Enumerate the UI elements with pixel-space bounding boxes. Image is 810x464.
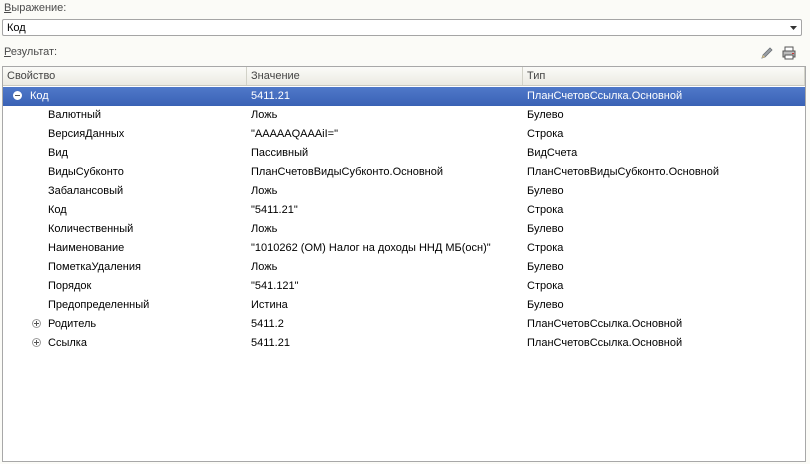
cell-property: Порядок bbox=[48, 280, 92, 292]
cell-property: Вид bbox=[48, 147, 68, 159]
cell-value: Ложь bbox=[251, 261, 278, 273]
cell-value: 5411.2 bbox=[251, 318, 284, 330]
cell-value: ПланСчетовВидыСубконто.Основной bbox=[251, 166, 444, 178]
cell-type: Булево bbox=[527, 261, 564, 273]
expand-plus-icon[interactable] bbox=[32, 319, 41, 328]
table-row[interactable]: Предопределенный Истина Булево bbox=[3, 296, 805, 315]
cell-property: Ссылка bbox=[48, 337, 87, 349]
cell-type: Булево bbox=[527, 109, 564, 121]
table-row[interactable]: ВидыСубконто ПланСчетовВидыСубконто.Основ… bbox=[3, 163, 805, 182]
chevron-down-icon bbox=[789, 25, 797, 30]
cell-property: Предопределенный bbox=[48, 299, 150, 311]
expression-value: Код bbox=[7, 22, 26, 34]
cell-property: ПометкаУдаления bbox=[48, 261, 141, 273]
cell-value: "5411.21" bbox=[251, 204, 298, 216]
column-header-type[interactable]: Тип bbox=[523, 67, 805, 85]
column-header-value[interactable]: Значение bbox=[247, 67, 523, 85]
cell-value: Истина bbox=[251, 299, 288, 311]
cell-value: "AAAAAQAAAiI=" bbox=[251, 128, 338, 140]
collapse-minus-icon[interactable] bbox=[13, 91, 22, 100]
cell-property: ВерсияДанных bbox=[48, 128, 125, 140]
cell-type: Строка bbox=[527, 204, 564, 216]
cell-type: ПланСчетовСсылка.Основной bbox=[527, 337, 683, 349]
table-row[interactable]: Порядок "541.121" Строка bbox=[3, 277, 805, 296]
cell-type: Булево bbox=[527, 185, 564, 197]
cell-property: Забалансовый bbox=[48, 185, 124, 197]
cell-type: ПланСчетовСсылка.Основной bbox=[527, 318, 683, 330]
table-row[interactable]: ВерсияДанных "AAAAAQAAAiI=" Строка bbox=[3, 125, 805, 144]
printer-icon[interactable] bbox=[782, 46, 796, 60]
expression-input[interactable]: Код bbox=[2, 19, 802, 36]
cell-value: Ложь bbox=[251, 185, 278, 197]
cell-type: ВидСчета bbox=[527, 147, 578, 159]
dropdown-button[interactable] bbox=[787, 22, 799, 33]
table-row[interactable]: Количественный Ложь Булево bbox=[3, 220, 805, 239]
cell-type: Строка bbox=[527, 128, 564, 140]
table-header: Свойство Значение Тип bbox=[3, 67, 805, 86]
cell-type: Строка bbox=[527, 280, 564, 292]
table-row[interactable]: Забалансовый Ложь Булево bbox=[3, 182, 805, 201]
cell-type: Булево bbox=[527, 299, 564, 311]
cell-property: Количественный bbox=[48, 223, 134, 235]
cell-property: Родитель bbox=[48, 318, 97, 330]
result-label: Результат: bbox=[4, 46, 58, 58]
cell-type: Строка bbox=[527, 242, 564, 254]
cell-property: ВидыСубконто bbox=[48, 166, 124, 178]
table-row[interactable]: Вид Пассивный ВидСчета bbox=[3, 144, 805, 163]
table-row[interactable]: ПометкаУдаления Ложь Булево bbox=[3, 258, 805, 277]
cell-type: ПланСчетовВидыСубконто.Основной bbox=[527, 166, 720, 178]
cell-value: "1010262 (ОМ) Налог на доходы ННД МБ(осн… bbox=[251, 242, 491, 254]
expression-label: Выражение: bbox=[4, 2, 67, 14]
cell-value: 5411.21 bbox=[251, 337, 290, 349]
table-row[interactable]: Код "5411.21" Строка bbox=[3, 201, 805, 220]
cell-type: Булево bbox=[527, 223, 564, 235]
pencil-icon[interactable] bbox=[760, 46, 774, 60]
column-header-property[interactable]: Свойство bbox=[3, 67, 247, 85]
table-row[interactable]: Код 5411.21 ПланСчетовСсылка.Основной bbox=[3, 87, 805, 106]
cell-property: Код bbox=[48, 204, 67, 216]
cell-value: Пассивный bbox=[251, 147, 309, 159]
table-row[interactable]: Валютный Ложь Булево bbox=[3, 106, 805, 125]
cell-value: Ложь bbox=[251, 223, 278, 235]
cell-property: Валютный bbox=[48, 109, 102, 121]
result-table[interactable]: Свойство Значение Тип Код 5411.21 ПланСчет… bbox=[2, 66, 806, 462]
cell-value: Ложь bbox=[251, 109, 278, 121]
cell-property: Код bbox=[30, 90, 49, 102]
cell-value: 5411.21 bbox=[251, 90, 290, 102]
table-row[interactable]: Наименование "1010262 (ОМ) Налог на доход… bbox=[3, 239, 805, 258]
cell-type: ПланСчетовСсылка.Основной bbox=[527, 90, 683, 102]
expand-plus-icon[interactable] bbox=[32, 338, 41, 347]
cell-value: "541.121" bbox=[251, 280, 299, 292]
table-row[interactable]: Родитель 5411.2 ПланСчетовСсылка.Основной bbox=[3, 315, 805, 334]
cell-property: Наименование bbox=[48, 242, 125, 254]
table-row[interactable]: Ссылка 5411.21 ПланСчетовСсылка.Основной bbox=[3, 334, 805, 353]
